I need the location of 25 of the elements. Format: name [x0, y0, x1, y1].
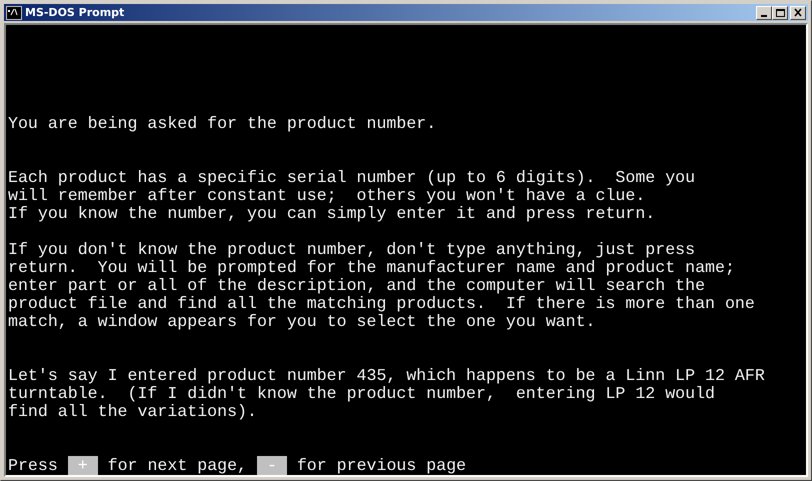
text-line: turntable. (If I didn't know the product number, entering LP 12 would [8, 384, 716, 403]
text-line: match, a window appears for you to select the one you want. [8, 312, 596, 331]
text-line: will remember after constant use; others you won't have a clue. [8, 186, 646, 205]
text-line: You are being asked for the product number. [8, 114, 436, 133]
console-icon [6, 6, 22, 20]
text-line: Each product has a specific serial number (up to 6 digits). Some you [8, 168, 696, 187]
text-line: find all the variations). [8, 402, 257, 421]
minimize-icon [761, 14, 767, 16]
text-line: enter part or all of the description, and the computer will search the [8, 276, 706, 295]
text-line: product file and find all the matching products. If there is more than one [8, 294, 755, 313]
maximize-icon [775, 8, 785, 17]
close-button[interactable] [790, 6, 806, 20]
text-line: Let's say I entered product number 435, which happens to be a Linn LP 12 AFR [8, 366, 765, 385]
prompt-text: Press [8, 456, 58, 475]
text-line: return. You will be prompted for the manufacturer name and product name; [8, 258, 735, 277]
maximize-button[interactable] [772, 6, 788, 20]
key-label: + [68, 456, 98, 475]
text-line: If you don't know the product number, don't type anything, just press [8, 240, 696, 259]
window-title: MS-DOS Prompt [25, 6, 126, 19]
key-label: - [257, 456, 287, 475]
text-line: If you know the number, you can simply enter it and press return. [8, 204, 656, 223]
prompt-text: for previous page [296, 456, 466, 475]
minimize-button[interactable] [756, 6, 772, 20]
close-icon [794, 8, 802, 17]
prompt-text: for next page, [108, 456, 248, 475]
